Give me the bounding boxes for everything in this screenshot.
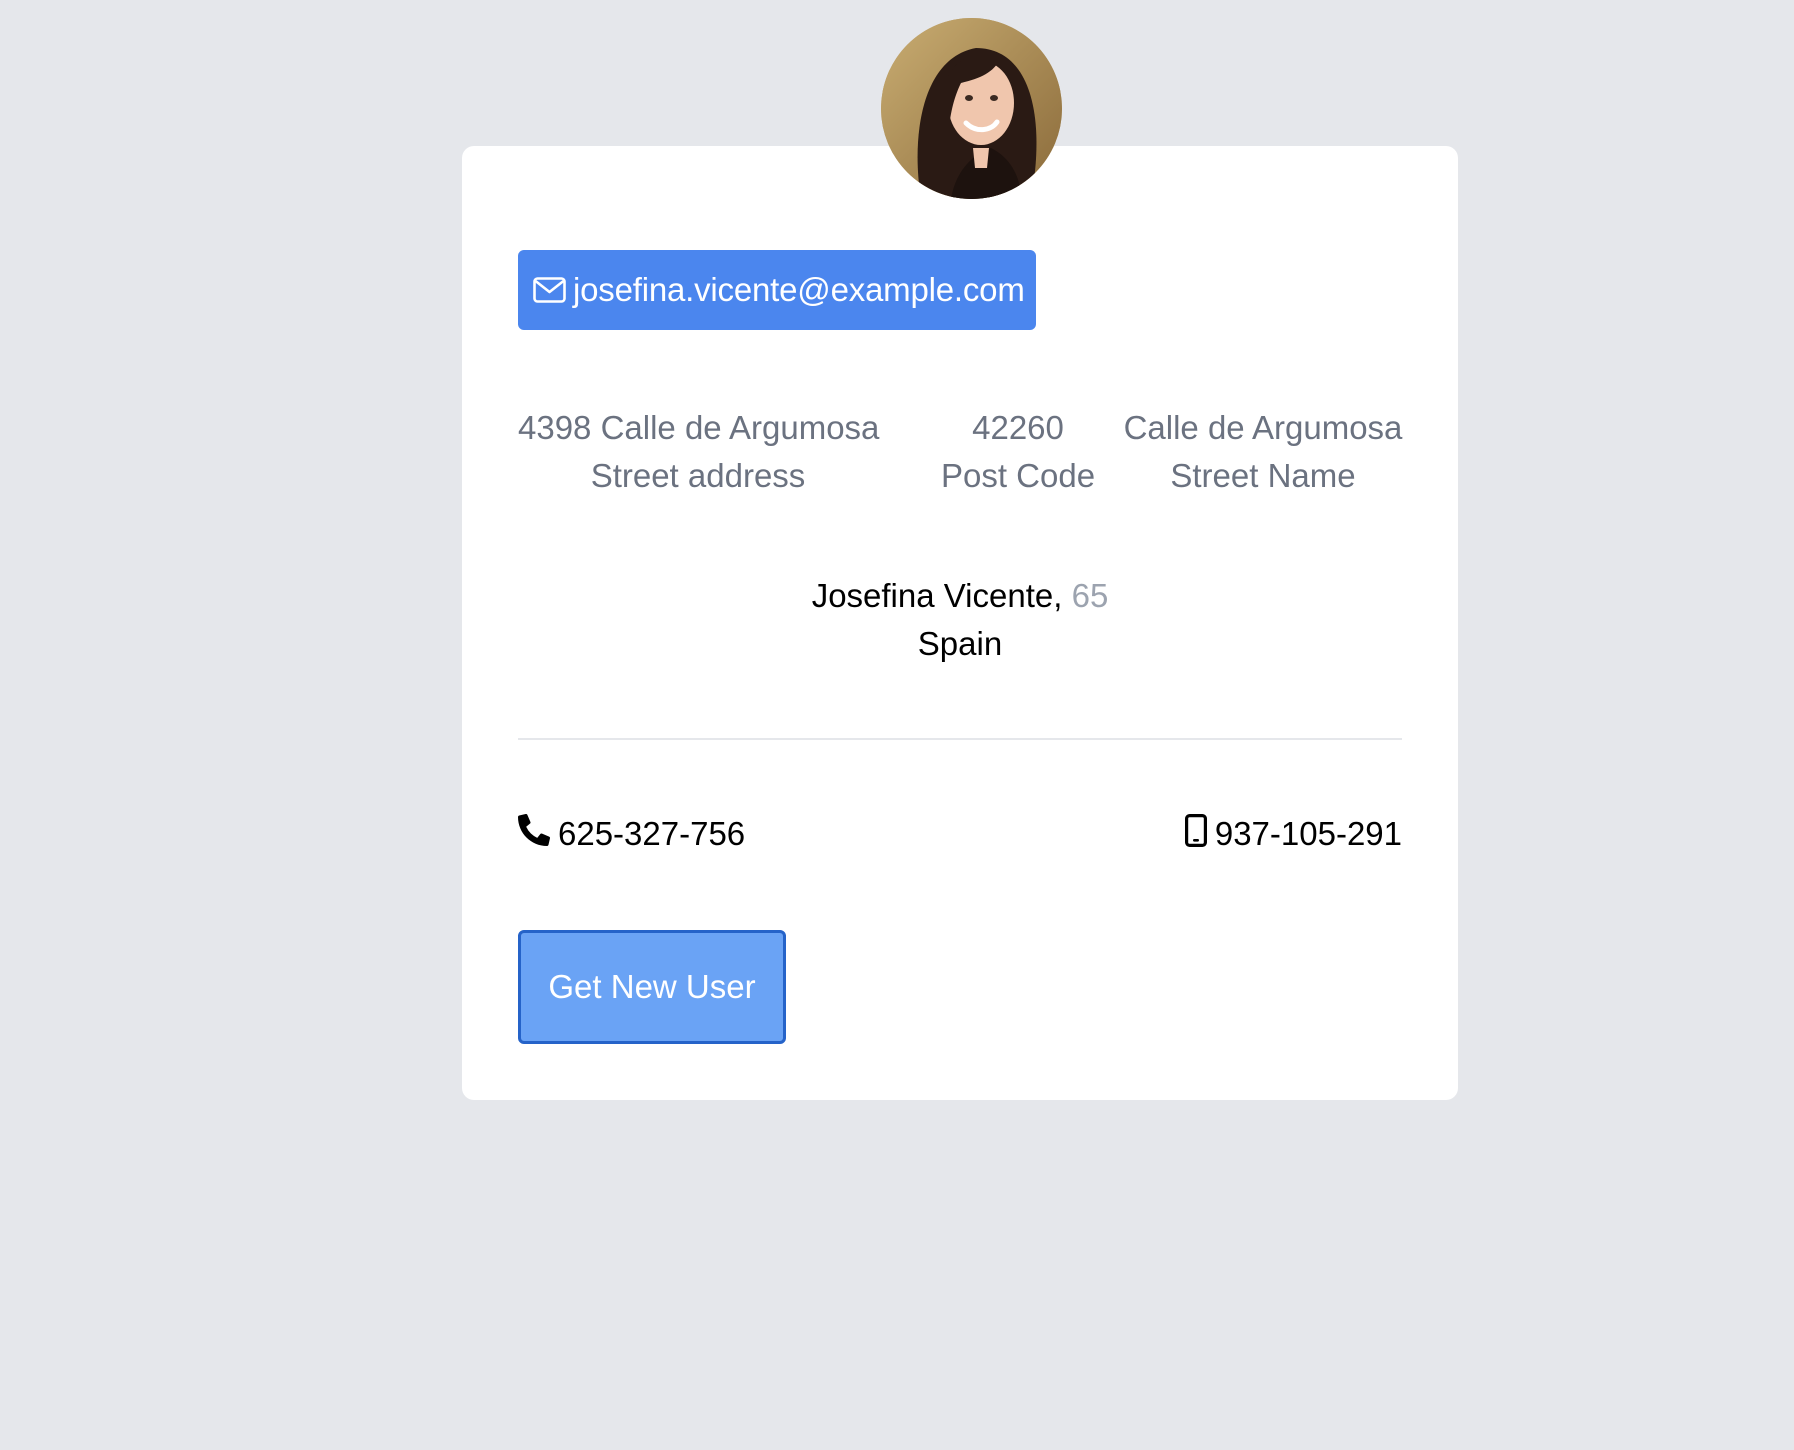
get-new-user-button[interactable]: Get New User: [518, 930, 786, 1044]
post-code-value: 42260: [972, 409, 1064, 446]
avatar-photo: [881, 18, 1062, 199]
name-age-row: Josefina Vicente, 65: [518, 572, 1402, 620]
street-name-column: Calle de Argumosa Street Name: [1122, 404, 1404, 500]
post-code-column: 42260 Post Code: [918, 404, 1118, 500]
email-address: josefina.vicente@example.com: [573, 271, 1025, 308]
street-address-label: Street address: [590, 457, 806, 494]
cell-value: 937-105-291: [1214, 815, 1402, 852]
user-card: josefina.vicente@example.com 4398 Calle …: [462, 146, 1458, 1100]
phone-value: 625-327-756: [558, 815, 746, 852]
mobile-phone-icon: [1184, 813, 1207, 855]
phone-icon: [518, 814, 550, 854]
user-name: Josefina Vicente,: [811, 577, 1063, 614]
street-address-value: 4398 Calle de Argumosa: [518, 409, 880, 446]
user-identity: Josefina Vicente, 65 Spain: [518, 572, 1402, 668]
post-code-label: Post Code: [940, 457, 1096, 494]
user-age: 65: [1071, 577, 1109, 614]
phone-number: 625-327-756: [518, 812, 745, 856]
street-address-column: 4398 Calle de Argumosa Street address: [518, 404, 880, 500]
street-name-label: Street Name: [1170, 457, 1356, 494]
divider: [518, 738, 1402, 740]
email-button[interactable]: josefina.vicente@example.com: [518, 250, 1036, 330]
user-country: Spain: [917, 625, 1003, 662]
envelope-icon: [533, 277, 566, 303]
avatar: [881, 18, 1062, 199]
cell-number: 937-105-291: [1184, 812, 1402, 856]
street-name-value: Calle de Argumosa: [1123, 409, 1403, 446]
